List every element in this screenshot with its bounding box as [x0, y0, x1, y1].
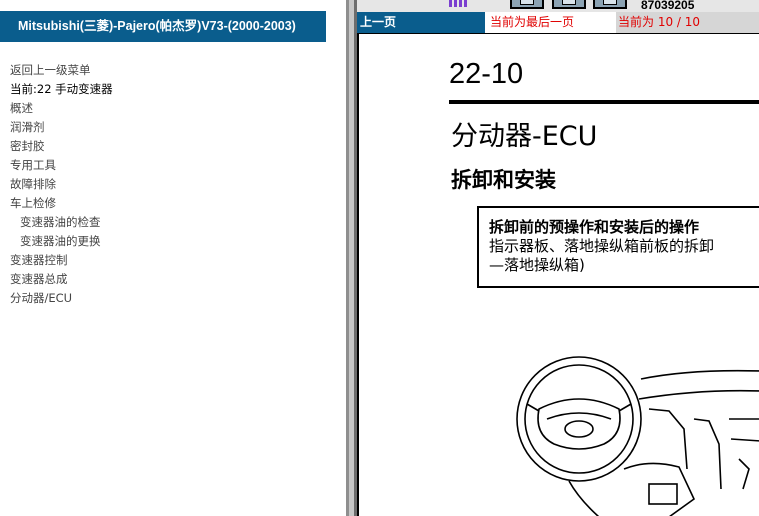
- menu-item-back[interactable]: 返回上一级菜单: [10, 62, 113, 81]
- note-line-2: —落地操纵箱): [489, 256, 585, 274]
- prev-page-button[interactable]: 上一页: [357, 12, 485, 33]
- menu-item-transfer-ecu[interactable]: 分动器/ECU: [10, 290, 113, 309]
- menu-item-troubleshooting[interactable]: 故障排除: [10, 176, 113, 195]
- menu-item-lubricants[interactable]: 润滑剂: [10, 119, 113, 138]
- toolbar-button-1[interactable]: [510, 0, 544, 9]
- section-title: 分动器-ECU: [451, 121, 598, 152]
- page-nav-bar: 上一页 当前为最后一页 当前为 10 / 10: [357, 12, 759, 33]
- menu-item-transmission-assembly[interactable]: 变速器总成: [10, 271, 113, 290]
- document-code: 87039205: [641, 0, 695, 12]
- button-icon: [603, 0, 617, 5]
- note-title: 拆卸前的预操作和安装后的操作: [489, 218, 700, 236]
- vehicle-title: Mitsubishi(三菱)-Pajero(帕杰罗)V73-(2000-2003…: [0, 11, 326, 42]
- button-icon: [562, 0, 576, 5]
- frame-divider[interactable]: [346, 0, 357, 516]
- note-box: 拆卸前的预操作和安装后的操作 指示器板、落地操纵箱前板的拆卸 —落地操纵箱): [477, 206, 759, 288]
- page-indicator: 当前为 10 / 10: [616, 12, 759, 33]
- toolbar-button-3[interactable]: [593, 0, 627, 9]
- button-icon: [520, 0, 534, 5]
- menu-item-oil-check[interactable]: 变速器油的检查: [10, 214, 113, 233]
- menu-item-overview[interactable]: 概述: [10, 100, 113, 119]
- document-page: 22-10 分动器-ECU 拆卸和安装 拆卸前的预操作和安装后的操作 指示器板、…: [357, 33, 759, 516]
- logo-mark: [449, 0, 469, 7]
- manual-menu: 返回上一级菜单 当前:22 手动变速器 概述 润滑剂 密封胶 专用工具 故障排除…: [10, 62, 113, 309]
- header-rule: [449, 100, 759, 104]
- menu-item-current: 当前:22 手动变速器: [10, 82, 113, 96]
- page-number: 22-10: [449, 58, 524, 90]
- menu-item-transmission-control[interactable]: 变速器控制: [10, 252, 113, 271]
- toolbar-button-2[interactable]: [552, 0, 586, 9]
- menu-item-on-vehicle-service[interactable]: 车上检修: [10, 195, 113, 214]
- menu-item-oil-replace[interactable]: 变速器油的更换: [10, 233, 113, 252]
- last-page-notice: 当前为最后一页: [490, 15, 575, 29]
- menu-item-sealants[interactable]: 密封胶: [10, 138, 113, 157]
- section-subtitle: 拆卸和安装: [451, 168, 556, 192]
- dashboard-illustration: [516, 356, 759, 516]
- note-line-1: 指示器板、落地操纵箱前板的拆卸: [489, 237, 715, 255]
- left-panel: Mitsubishi(三菱)-Pajero(帕杰罗)V73-(2000-2003…: [0, 0, 346, 516]
- menu-item-special-tools[interactable]: 专用工具: [10, 157, 113, 176]
